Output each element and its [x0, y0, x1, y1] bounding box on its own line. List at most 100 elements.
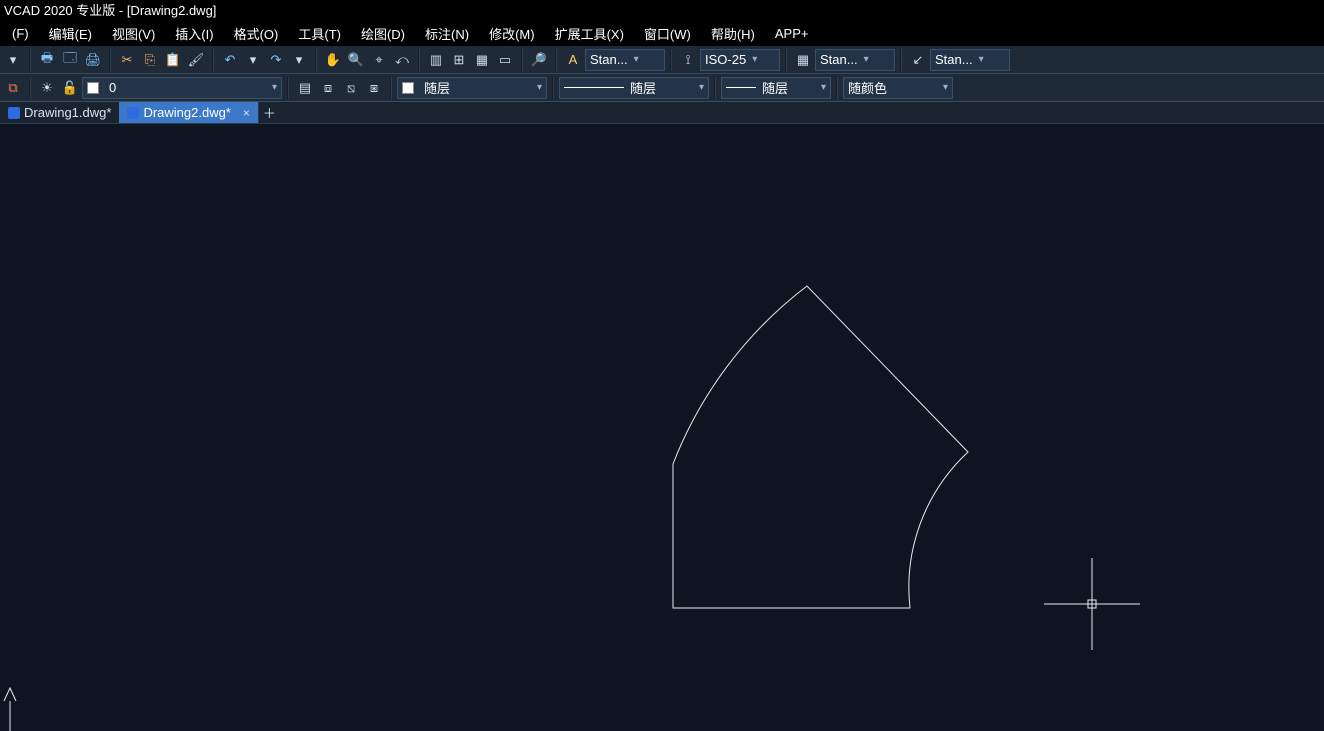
redo-icon[interactable]: ↷ — [265, 49, 287, 71]
drawing-canvas[interactable] — [0, 126, 1324, 731]
separator — [670, 49, 672, 71]
file-tab-label: Drawing1.dwg* — [24, 105, 111, 120]
separator — [315, 49, 317, 71]
undo-icon[interactable]: ↶ — [219, 49, 241, 71]
plot-icon[interactable]: 🖨 — [82, 49, 104, 71]
zoom-prev-icon[interactable]: ⤺ — [391, 49, 413, 71]
layer-mgr-icon[interactable]: ⧉ — [2, 77, 24, 99]
menu-app[interactable]: APP+ — [765, 24, 819, 43]
separator — [212, 49, 214, 71]
color-dropdown[interactable]: 随层 ▾ — [397, 77, 547, 99]
menu-ext[interactable]: 扩展工具(X) — [545, 22, 634, 45]
separator — [785, 49, 787, 71]
linetype-value: 随层 — [630, 78, 656, 97]
separator — [109, 49, 111, 71]
menu-insert[interactable]: 插入(I) — [165, 22, 223, 45]
dwg-icon — [127, 107, 139, 119]
redo-dd[interactable]: ▾ — [288, 49, 310, 71]
layer-tool1-icon[interactable]: ▤ — [294, 77, 316, 99]
file-tab-label: Drawing2.dwg* — [143, 105, 230, 120]
dim-style-dropdown[interactable]: ISO-25▾ — [700, 49, 780, 71]
zoom-window-icon[interactable]: ⌖ — [368, 49, 390, 71]
zoom-extents-icon[interactable]: 🔍 — [345, 49, 367, 71]
layer-tool2-icon[interactable]: ⧈ — [317, 77, 339, 99]
text-style-dropdown[interactable]: Stan...▾ — [585, 49, 665, 71]
ucs-icon — [4, 688, 16, 731]
layer-lock-icon[interactable]: 🔓 — [59, 77, 81, 99]
menu-tools[interactable]: 工具(T) — [288, 22, 351, 45]
file-tab-bar: Drawing1.dwg* Drawing2.dwg* × ＋ — [0, 102, 1324, 124]
menu-view[interactable]: 视图(V) — [102, 22, 165, 45]
close-tab-icon[interactable]: × — [243, 106, 250, 120]
separator — [29, 49, 31, 71]
file-tab-drawing2[interactable]: Drawing2.dwg* × — [119, 102, 257, 123]
separator — [552, 77, 554, 99]
print-icon[interactable]: 🖶 — [36, 49, 58, 71]
layer-tool4-icon[interactable]: ⧆ — [363, 77, 385, 99]
crosshair-cursor — [1044, 558, 1140, 650]
menu-modify[interactable]: 修改(M) — [479, 22, 545, 45]
dimstyle-icon[interactable]: ⟟ — [677, 49, 699, 71]
plotcolor-value: 随颜色 — [848, 78, 887, 97]
color-value: 随层 — [424, 78, 450, 97]
textstyle-icon[interactable]: A — [562, 49, 584, 71]
menu-edit[interactable]: 编辑(E) — [39, 22, 102, 45]
separator — [418, 49, 420, 71]
dim-style-value: ISO-25 — [705, 52, 746, 67]
find-icon[interactable]: 🔎 — [528, 49, 550, 71]
properties-icon[interactable]: ▥ — [425, 49, 447, 71]
mleader-style-dropdown[interactable]: Stan...▾ — [930, 49, 1010, 71]
cut-icon[interactable]: ✂ — [116, 49, 138, 71]
linetype-dropdown[interactable]: 随层 ▾ — [559, 77, 709, 99]
preview-icon[interactable]: 🗔 — [59, 49, 81, 71]
color-chip — [402, 82, 414, 94]
dwg-icon — [8, 107, 20, 119]
copy-icon[interactable]: ⎘ — [139, 49, 161, 71]
layer-dropdown[interactable]: 0 ▾ — [82, 77, 282, 99]
separator — [287, 77, 289, 99]
menu-help[interactable]: 帮助(H) — [701, 22, 765, 45]
mleader-style-value: Stan... — [935, 52, 973, 67]
menu-format[interactable]: 格式(O) — [224, 22, 289, 45]
table-icon[interactable]: ▦ — [471, 49, 493, 71]
table-style-dropdown[interactable]: Stan...▾ — [815, 49, 895, 71]
file-tab-drawing1[interactable]: Drawing1.dwg* — [0, 102, 119, 123]
mleaderstyle-icon[interactable]: ↙ — [907, 49, 929, 71]
table-style-value: Stan... — [820, 52, 858, 67]
paste-icon[interactable]: 📋 — [162, 49, 184, 71]
linetype-preview — [564, 87, 624, 88]
calc-icon[interactable]: ▭ — [494, 49, 516, 71]
separator — [836, 77, 838, 99]
new-tab-button[interactable]: ＋ — [258, 102, 280, 123]
menu-window[interactable]: 窗口(W) — [634, 22, 701, 45]
menu-dim[interactable]: 标注(N) — [415, 22, 479, 45]
layer-color-chip — [87, 82, 99, 94]
separator — [390, 77, 392, 99]
menu-file[interactable]: (F) — [2, 24, 39, 43]
layer-value: 0 — [109, 80, 116, 95]
undo-dd[interactable]: ▾ — [242, 49, 264, 71]
lineweight-preview — [726, 87, 756, 88]
separator — [900, 49, 902, 71]
lineweight-dropdown[interactable]: 随层 ▾ — [721, 77, 831, 99]
plotcolor-dropdown[interactable]: 随颜色 ▾ — [843, 77, 953, 99]
new-icon[interactable]: ▾ — [2, 49, 24, 71]
separator — [555, 49, 557, 71]
separator — [29, 77, 31, 99]
match-icon[interactable]: 🖌 — [185, 49, 207, 71]
app-title: VCAD 2020 专业版 - [Drawing2.dwg] — [4, 3, 216, 18]
lineweight-value: 随层 — [762, 78, 788, 97]
canvas-svg — [0, 126, 1324, 731]
tablestyle-icon[interactable]: ▦ — [792, 49, 814, 71]
sheet-icon[interactable]: ⊞ — [448, 49, 470, 71]
separator — [521, 49, 523, 71]
menu-draw[interactable]: 绘图(D) — [351, 22, 415, 45]
title-bar: VCAD 2020 专业版 - [Drawing2.dwg] — [0, 0, 1324, 20]
separator — [714, 77, 716, 99]
toolbar-row-1: ▾ 🖶 🗔 🖨 ✂ ⎘ 📋 🖌 ↶ ▾ ↷ ▾ ✋ 🔍 ⌖ ⤺ ▥ ⊞ ▦ ▭ … — [0, 46, 1324, 74]
layer-state-icon[interactable]: ☀ — [36, 77, 58, 99]
text-style-value: Stan... — [590, 52, 628, 67]
drawing-shape — [673, 286, 968, 608]
pan-icon[interactable]: ✋ — [322, 49, 344, 71]
layer-tool3-icon[interactable]: ⧅ — [340, 77, 362, 99]
